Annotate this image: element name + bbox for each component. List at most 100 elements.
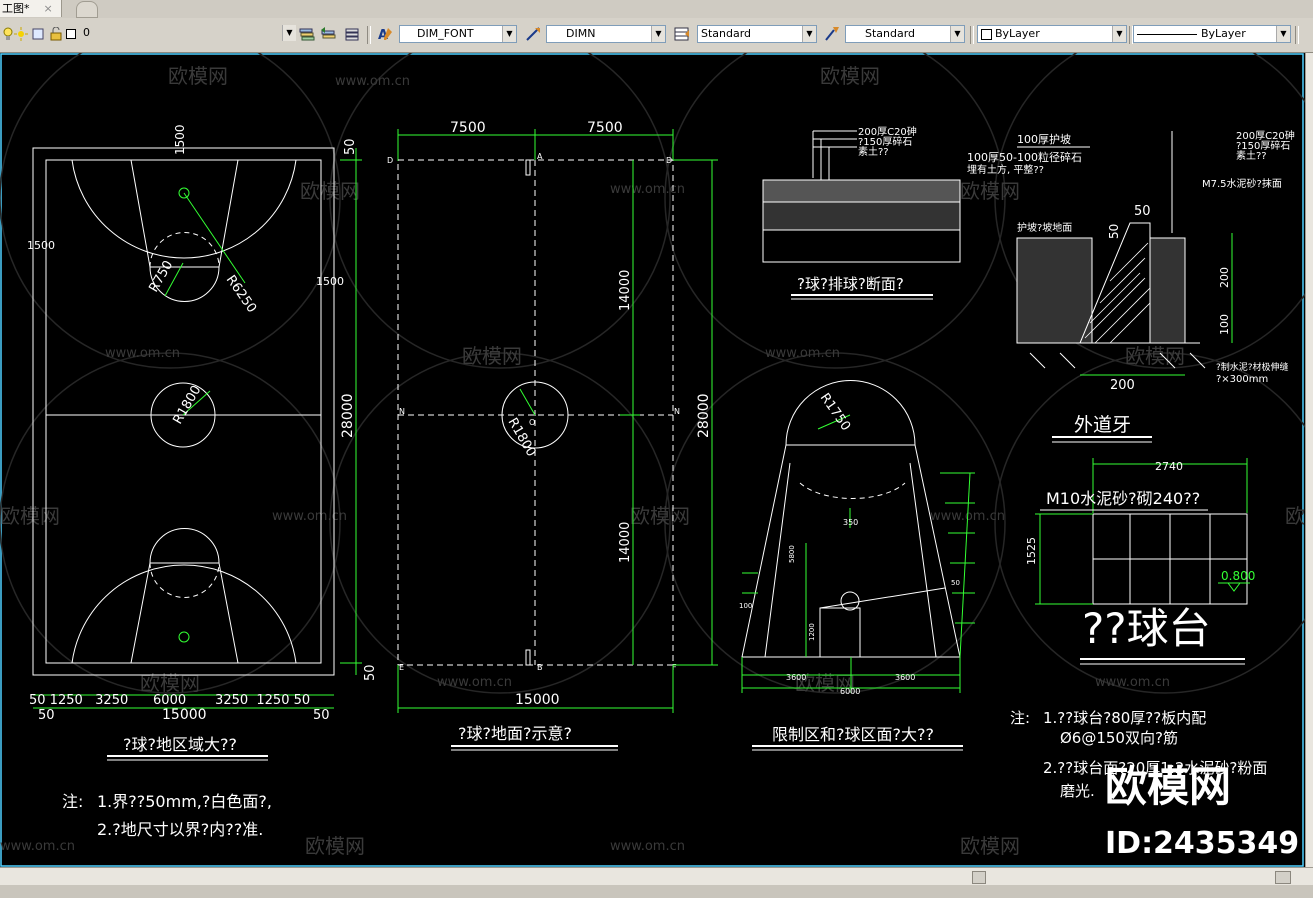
corner-d-left: D xyxy=(387,156,393,165)
layer-dropdown[interactable]: 0 ▼ xyxy=(80,25,296,43)
key-top xyxy=(130,159,239,268)
curb-dim-50: 50 xyxy=(1134,204,1151,219)
table-style-icon[interactable] xyxy=(674,26,690,42)
linetype-sample-icon xyxy=(1137,33,1197,35)
corner-n-left: N xyxy=(399,407,405,416)
dim-1500-left: 1500 xyxy=(27,239,55,252)
dim-7500-right: 7500 xyxy=(587,120,623,136)
watermark-site: www.om.cn xyxy=(0,839,75,854)
court-notes-label: 注: xyxy=(62,792,83,811)
new-tab-button[interactable] xyxy=(76,1,98,18)
curb-dim-200b: 200 xyxy=(1110,378,1135,393)
dim-50-top: 50 xyxy=(343,138,358,155)
chevron-down-icon[interactable]: ▼ xyxy=(1112,26,1126,42)
color-value: ByLayer xyxy=(995,27,1040,40)
table-dim-w: 2740 xyxy=(1155,460,1183,473)
dim-style-value: DIMN xyxy=(566,27,596,40)
freeze-icon[interactable] xyxy=(30,26,46,42)
table-mortar-label: M10水泥砂?砌240?? xyxy=(1046,489,1200,508)
watermark-big-brand: 欧模网 xyxy=(1105,762,1231,811)
dim-style-icon[interactable] xyxy=(525,26,541,42)
lock-icon[interactable] xyxy=(48,26,64,42)
dim-28000: 28000 xyxy=(340,393,356,438)
table-title: ??球台 xyxy=(1082,604,1211,653)
drawing-canvas[interactable]: 欧模网 www.om.cn 欧模网 欧模网 www.om.cn 欧模网 www.… xyxy=(0,53,1306,867)
section-gravel-layer xyxy=(762,201,961,231)
chevron-down-icon[interactable]: ▼ xyxy=(282,25,296,41)
restricted-arc xyxy=(785,380,916,446)
watermark-brand: 欧模网 xyxy=(0,504,60,528)
layer-properties-icon[interactable] xyxy=(299,26,315,42)
vertical-scrollbar[interactable] xyxy=(1305,53,1313,867)
court-notes-line2: 2.?地尺寸以界?内??准. xyxy=(97,820,263,839)
toolbar-separator xyxy=(970,26,974,44)
layer-previous-icon[interactable] xyxy=(320,26,336,42)
curb-dim-50b: 50 xyxy=(1107,224,1121,239)
sun-icon[interactable] xyxy=(13,26,29,42)
table-style-dropdown[interactable]: Standard ▼ xyxy=(845,25,965,43)
dim-bottom-row: 50 1250 3250 6000 3250 1250 50 xyxy=(29,693,310,708)
watermark-brand: 欧模网 xyxy=(960,834,1020,858)
three-point-arc-top xyxy=(71,159,297,259)
dim-50-left: 50 xyxy=(38,708,55,723)
table-elevation: 0.800 xyxy=(1221,569,1255,583)
free-throw-arc-bottom xyxy=(149,528,220,564)
dim-50-bottom: 50 xyxy=(363,664,378,681)
horizontal-scrollbar[interactable] xyxy=(0,867,1313,886)
chevron-down-icon[interactable]: ▼ xyxy=(1276,26,1290,42)
restricted-d100: 100 xyxy=(739,602,752,610)
dim-style-dropdown[interactable]: DIMN ▼ xyxy=(546,25,666,43)
table-notes-label: 注: xyxy=(1010,709,1030,727)
status-bar xyxy=(0,885,1313,898)
dim-font-dropdown[interactable]: DIM_FONT ▼ xyxy=(399,25,517,43)
restricted-d1200: 1200 xyxy=(808,623,816,641)
watermark-brand: 欧模网 xyxy=(960,179,1020,203)
chevron-down-icon[interactable]: ▼ xyxy=(802,26,816,42)
watermark-brand: 欧模网 xyxy=(462,344,522,368)
curb-bottom-label-2: ?×300mm xyxy=(1216,374,1268,385)
watermark-brand: 欧模网 xyxy=(1285,504,1306,528)
dim-14000-lower: 14000 xyxy=(618,522,633,563)
chevron-down-icon[interactable]: ▼ xyxy=(651,26,665,42)
key-bottom xyxy=(130,562,239,664)
scroll-thumb[interactable] xyxy=(972,871,986,884)
corner-n-right: N xyxy=(674,407,680,416)
dim-1500-right: 1500 xyxy=(316,275,344,288)
chevron-down-icon[interactable]: ▼ xyxy=(502,26,516,42)
hoop-bottom xyxy=(178,631,190,643)
toolbar-separator xyxy=(367,26,371,44)
ground-plan-title: ?球?地面?示意? xyxy=(458,724,572,743)
restricted-trapezoid xyxy=(741,444,961,658)
watermark-site: www.om.cn xyxy=(272,509,347,524)
document-tab[interactable]: 工图* × xyxy=(0,0,62,17)
dim-50-right: 50 xyxy=(313,708,330,723)
text-style-dropdown[interactable]: Standard ▼ xyxy=(697,25,817,43)
corner-d-right: D xyxy=(666,156,672,165)
layer-state-icon[interactable] xyxy=(344,26,360,42)
linetype-dropdown[interactable]: ByLayer ▼ xyxy=(1133,25,1291,43)
curb-label-2: 100厚50-100粒径碎石 xyxy=(967,150,1082,164)
watermark-brand: 欧模网 xyxy=(305,834,365,858)
watermark-brand: 欧模网 xyxy=(820,64,880,88)
tab-close-icon[interactable]: × xyxy=(44,0,53,17)
scroll-right-button[interactable] xyxy=(1275,871,1291,884)
color-dropdown[interactable]: ByLayer ▼ xyxy=(977,25,1127,43)
multileader-style-icon[interactable] xyxy=(824,26,840,42)
toolbar-separator xyxy=(1295,26,1299,44)
section-concrete-layer xyxy=(762,179,961,203)
watermark-brand: 欧模网 xyxy=(630,504,690,528)
text-style-icon[interactable]: A xyxy=(377,26,393,42)
restricted-d3600-left: 3600 xyxy=(786,673,806,682)
corner-a: A xyxy=(537,152,543,161)
curb-detail: 100厚护坡 100厚50-100粒径碎石 埋有土方, 平整?? 200厚C20… xyxy=(967,130,1295,443)
dim-15000-court: 15000 xyxy=(162,707,207,723)
watermark-brand: 欧模网 xyxy=(168,64,228,88)
chevron-down-icon[interactable]: ▼ xyxy=(950,26,964,42)
layer-dropdown-value: 0 xyxy=(83,26,90,39)
curb-label-3: 埋有土方, 平整?? xyxy=(967,163,1044,176)
text-style-value: Standard xyxy=(701,27,752,40)
layer-color-icon[interactable] xyxy=(63,26,79,42)
watermark-site: www.om.cn xyxy=(1095,675,1170,690)
curb-fill-left xyxy=(1016,237,1093,344)
watermark-site: www.om.cn xyxy=(610,182,685,197)
